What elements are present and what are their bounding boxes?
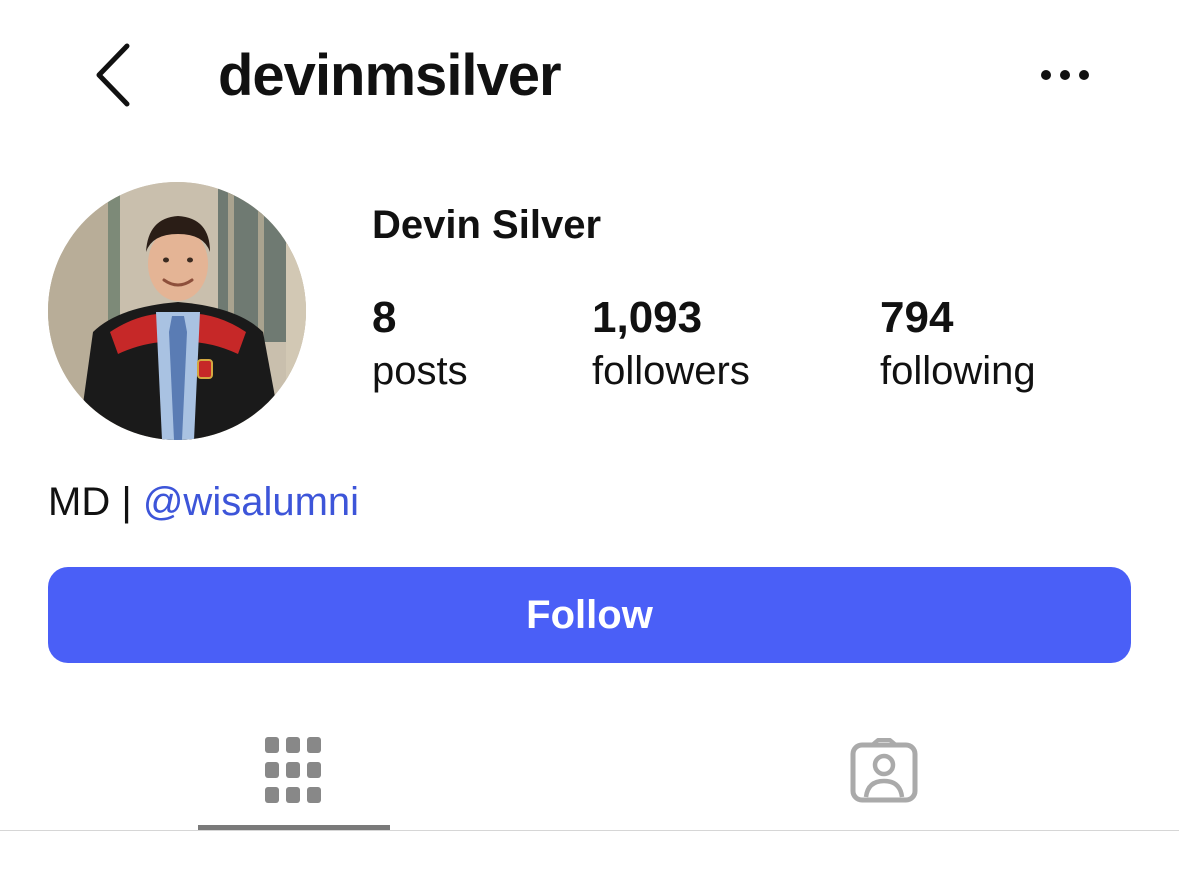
tagged-person-icon <box>850 738 918 803</box>
more-options-button[interactable] <box>1030 50 1100 100</box>
bio-text: MD | <box>48 480 143 524</box>
back-button[interactable] <box>88 40 138 110</box>
following-label: following <box>880 349 1036 393</box>
chevron-left-icon <box>96 43 130 107</box>
posts-count: 8 <box>372 293 397 342</box>
profile-username: devinmsilver <box>218 42 562 108</box>
followers-label: followers <box>592 349 750 393</box>
profile-display-name: Devin Silver <box>372 203 602 247</box>
following-count: 794 <box>880 293 954 342</box>
avatar-photo <box>48 182 306 440</box>
followers-stat[interactable]: 1,093 followers <box>592 290 750 396</box>
profile-bio: MD | @wisalumni <box>48 478 359 526</box>
posts-stat[interactable]: 8 posts <box>372 290 468 396</box>
avatar[interactable] <box>48 182 306 440</box>
profile-page: devinmsilver Devin Silver 8 posts 1,093 … <box>0 0 1179 880</box>
tab-divider <box>0 830 1179 831</box>
more-horizontal-icon <box>1041 70 1089 80</box>
tab-tagged[interactable] <box>789 715 979 825</box>
grid-icon <box>265 737 321 803</box>
bio-mention-link[interactable]: @wisalumni <box>143 480 359 524</box>
followers-count: 1,093 <box>592 293 703 342</box>
posts-label: posts <box>372 349 468 393</box>
follow-button[interactable]: Follow <box>48 567 1131 663</box>
tab-posts-grid[interactable] <box>198 715 388 825</box>
following-stat[interactable]: 794 following <box>880 290 1036 396</box>
